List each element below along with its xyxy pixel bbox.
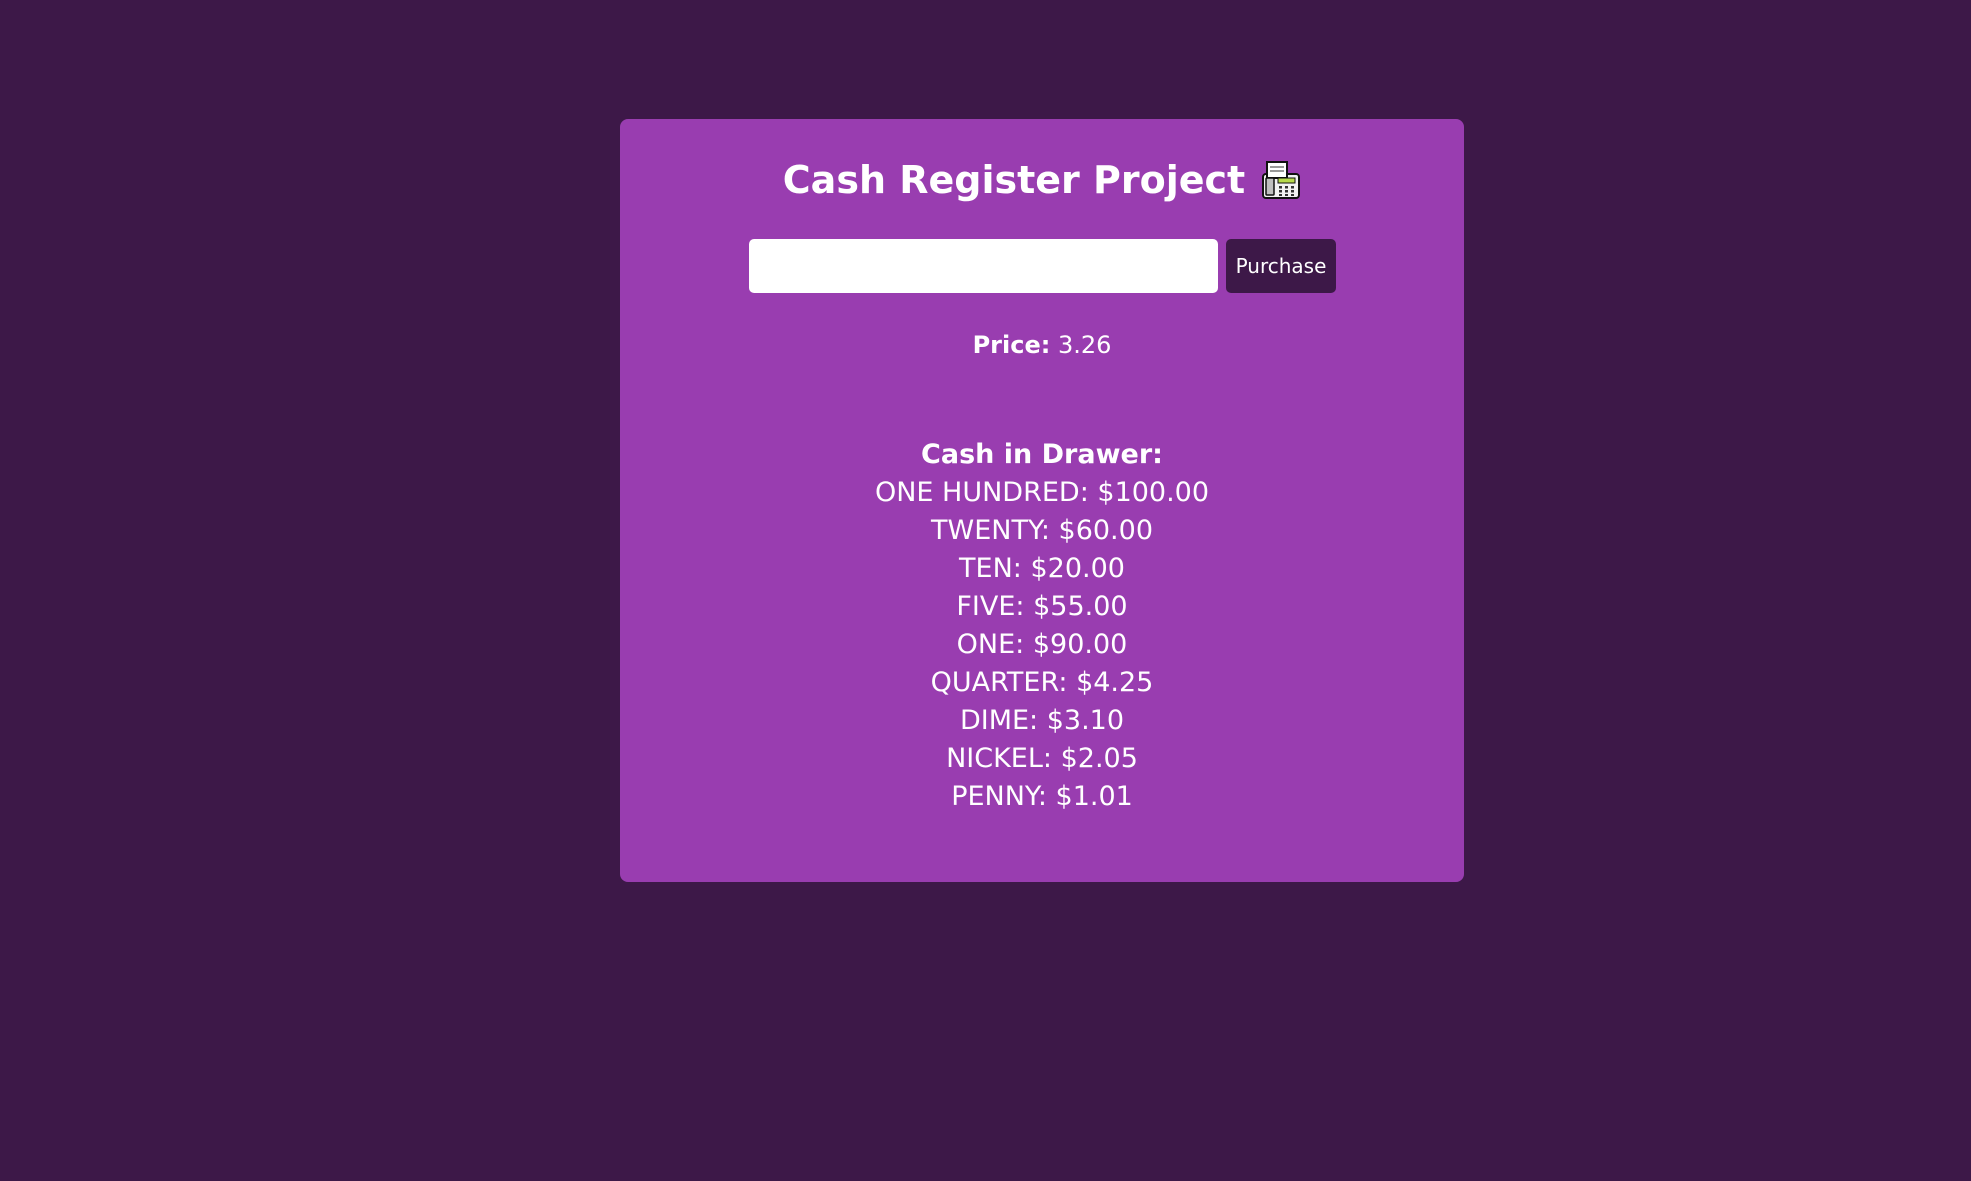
price-label: Price:	[972, 331, 1051, 359]
drawer-item-one-hundred: ONE HUNDRED: $100.00	[874, 477, 1210, 508]
purchase-form: Purchase	[749, 239, 1336, 293]
drawer-item-one: ONE: $90.00	[956, 629, 1128, 660]
drawer-heading: Cash in Drawer:	[921, 439, 1163, 470]
drawer-item-five: FIVE: $55.00	[956, 591, 1128, 622]
cash-register-card: Cash Register Project Purchase Price: 3.…	[620, 119, 1464, 882]
price-display: Price: 3.26	[620, 329, 1464, 361]
drawer-item-twenty: TWENTY: $60.00	[931, 515, 1153, 546]
page-title-row: Cash Register Project	[620, 155, 1464, 205]
drawer-item-dime: DIME: $3.10	[959, 705, 1125, 736]
drawer-item-penny: PENNY: $1.01	[951, 781, 1133, 812]
purchase-button[interactable]: Purchase	[1226, 239, 1336, 293]
cash-input[interactable]	[749, 239, 1218, 293]
drawer-item-quarter: QUARTER: $4.25	[930, 667, 1154, 698]
page-title: Cash Register Project	[782, 158, 1246, 202]
cash-in-drawer: Cash in Drawer: ONE HUNDRED: $100.00 TWE…	[620, 436, 1464, 816]
drawer-item-nickel: NICKEL: $2.05	[946, 743, 1138, 774]
drawer-item-ten: TEN: $20.00	[959, 553, 1125, 584]
price-value: 3.26	[1057, 331, 1112, 359]
fax-machine-icon	[1261, 160, 1301, 200]
